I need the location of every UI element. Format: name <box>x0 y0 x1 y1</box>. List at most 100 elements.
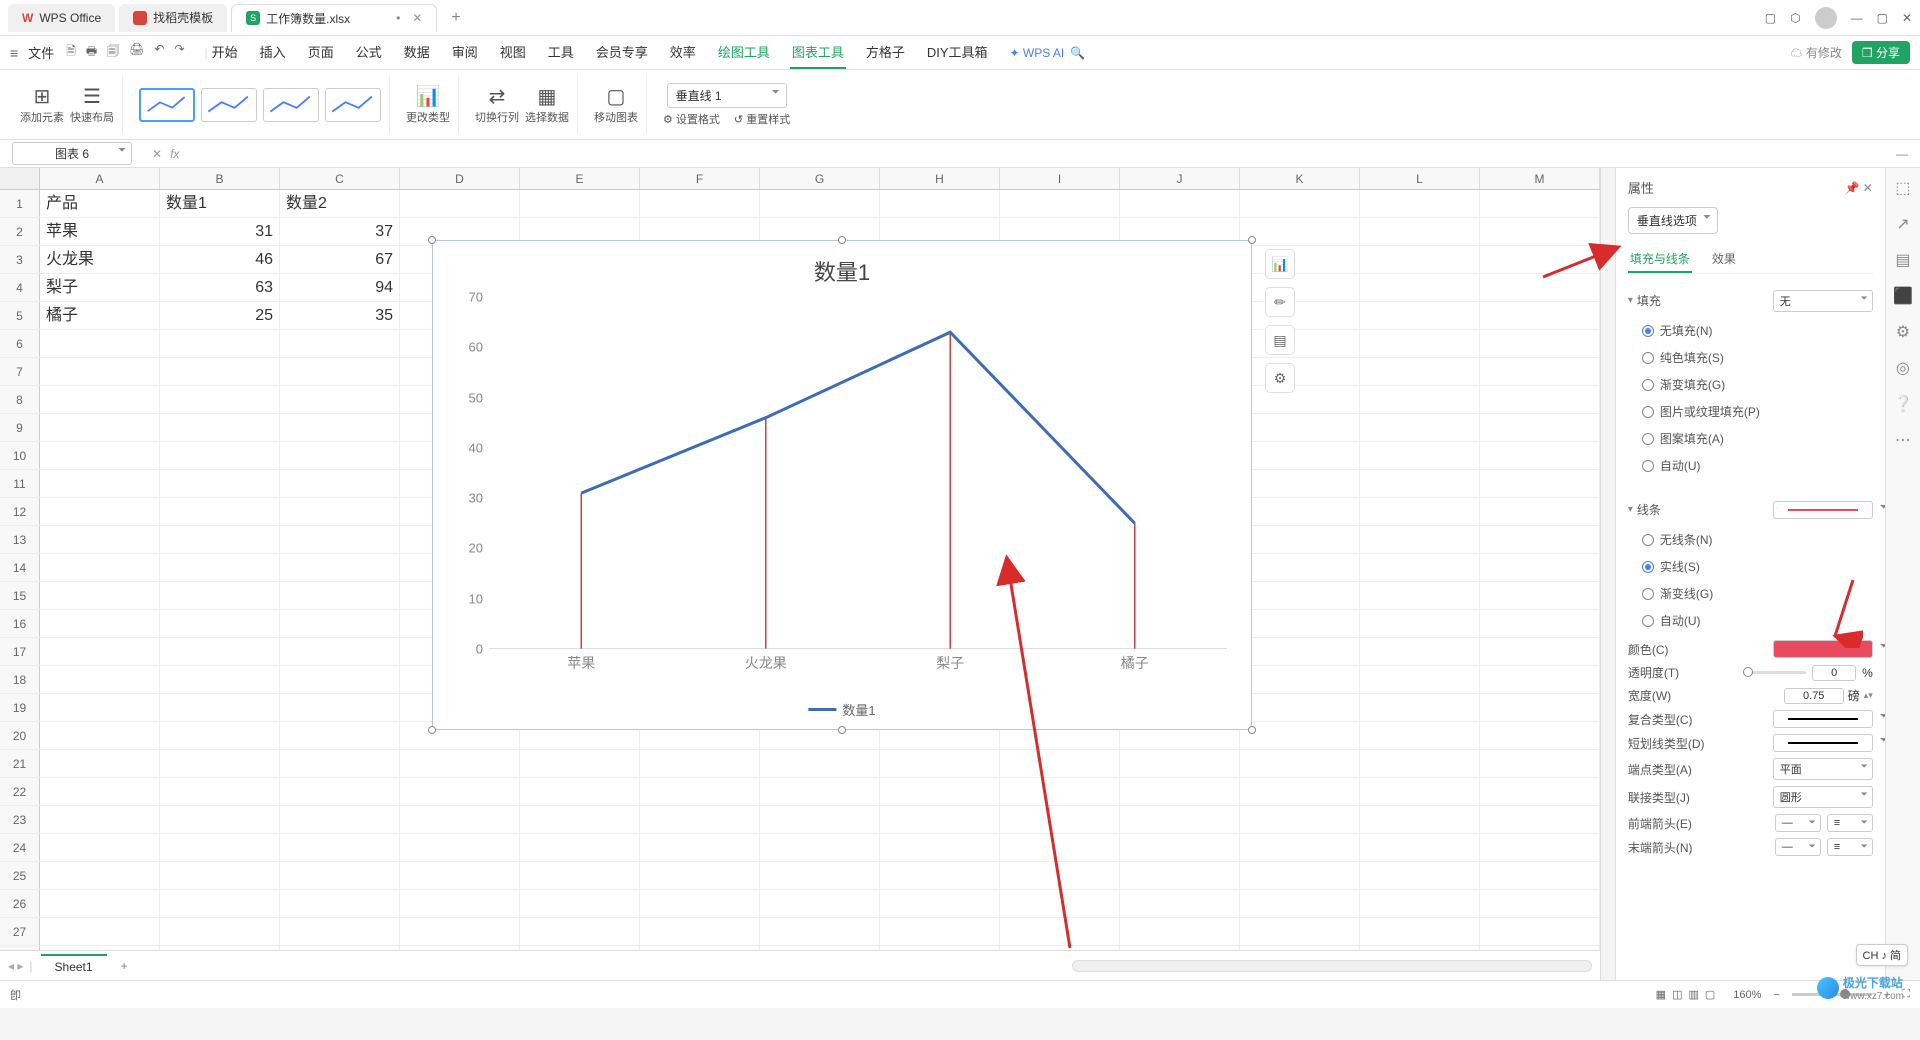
cell[interactable] <box>640 806 760 833</box>
cell[interactable] <box>1240 358 1360 385</box>
row-header[interactable]: 11 <box>0 470 40 497</box>
cell[interactable] <box>1240 414 1360 441</box>
line-preview-dropdown[interactable] <box>1773 501 1873 519</box>
ribbon-tab[interactable]: 工具 <box>546 36 576 69</box>
ribbon-tab[interactable]: 绘图工具 <box>716 36 772 69</box>
quick-layout-icon[interactable]: ☰ <box>70 84 114 109</box>
cell[interactable] <box>1240 246 1360 273</box>
cell[interactable] <box>280 666 400 693</box>
cell[interactable] <box>1240 918 1360 945</box>
cell[interactable] <box>160 610 280 637</box>
cell[interactable] <box>880 806 1000 833</box>
cell[interactable] <box>160 638 280 665</box>
cell[interactable] <box>280 750 400 777</box>
cell[interactable] <box>40 526 160 553</box>
cell[interactable] <box>40 498 160 525</box>
quick-icon[interactable]: 🗐 <box>107 42 119 63</box>
cell[interactable]: 数量2 <box>280 190 400 217</box>
line-option[interactable]: 自动(U) <box>1628 607 1873 634</box>
cell[interactable] <box>1480 358 1600 385</box>
add-element-icon[interactable]: ⊞ <box>20 84 64 109</box>
cell[interactable] <box>1360 386 1480 413</box>
cell[interactable] <box>1240 190 1360 217</box>
switch-rowcol-icon[interactable]: ⇄ <box>475 84 519 109</box>
row-header[interactable]: 22 <box>0 778 40 805</box>
cell[interactable] <box>1360 610 1480 637</box>
column-header[interactable]: L <box>1360 168 1480 189</box>
row-header[interactable]: 16 <box>0 610 40 637</box>
row-header[interactable]: 24 <box>0 834 40 861</box>
cell[interactable] <box>520 834 640 861</box>
cell[interactable] <box>1000 190 1120 217</box>
ribbon-tab[interactable]: 开始 <box>210 36 240 69</box>
cell[interactable] <box>1360 470 1480 497</box>
panel-tab-effects[interactable]: 效果 <box>1710 246 1738 273</box>
cell[interactable] <box>1480 386 1600 413</box>
view-mode-button[interactable]: ▢ <box>1705 989 1715 1001</box>
close-icon[interactable]: ✕ <box>412 11 422 25</box>
cell[interactable] <box>1240 806 1360 833</box>
cell[interactable] <box>1480 554 1600 581</box>
name-box[interactable]: 图表 6 <box>12 142 132 165</box>
collapse-icon[interactable]: — <box>1896 147 1908 161</box>
cell[interactable] <box>1000 806 1120 833</box>
cell[interactable] <box>1360 414 1480 441</box>
cell[interactable] <box>1000 918 1120 945</box>
cell[interactable] <box>40 638 160 665</box>
cell[interactable] <box>1480 526 1600 553</box>
wps-ai-button[interactable]: ✦ WPS AI <box>1010 46 1065 60</box>
chart-side-button[interactable]: 📊 <box>1265 249 1295 279</box>
selection-dropdown[interactable]: 垂直线 1 <box>667 83 787 108</box>
row-header[interactable]: 17 <box>0 638 40 665</box>
cell[interactable] <box>880 190 1000 217</box>
section-line[interactable]: 线条 <box>1628 501 1661 518</box>
cell[interactable] <box>1480 918 1600 945</box>
arrow-end-size[interactable]: ≡ <box>1827 838 1873 856</box>
view-mode-button[interactable]: ▥ <box>1688 989 1698 1001</box>
rail-icon[interactable]: ⬛ <box>1893 286 1913 306</box>
cell[interactable] <box>40 890 160 917</box>
cell[interactable] <box>640 834 760 861</box>
cell[interactable] <box>280 638 400 665</box>
cell[interactable] <box>1240 274 1360 301</box>
column-header[interactable]: I <box>1000 168 1120 189</box>
column-header[interactable]: E <box>520 168 640 189</box>
close-window-button[interactable]: ✕ <box>1902 11 1912 25</box>
tab-file-active[interactable]: S 工作簿数量.xlsx • ✕ <box>231 4 437 32</box>
cell[interactable] <box>1360 722 1480 749</box>
fill-option[interactable]: 图案填充(A) <box>1628 425 1873 452</box>
cell[interactable] <box>1240 554 1360 581</box>
tab-template[interactable]: 找稻壳模板 <box>119 4 227 32</box>
row-header[interactable]: 26 <box>0 890 40 917</box>
cell[interactable] <box>1240 610 1360 637</box>
cell[interactable] <box>160 526 280 553</box>
cell[interactable] <box>1480 330 1600 357</box>
row-header[interactable]: 8 <box>0 386 40 413</box>
cell[interactable] <box>160 778 280 805</box>
cell[interactable] <box>1360 806 1480 833</box>
cell[interactable] <box>1240 750 1360 777</box>
cell[interactable] <box>1360 946 1480 950</box>
share-button[interactable]: ❐ 分享 <box>1852 41 1910 64</box>
row-header[interactable]: 5 <box>0 302 40 329</box>
chart-object[interactable]: 数量1 010203040506070 苹果火龙果梨子橘子 数量1 📊✏▤⚙ <box>432 240 1252 730</box>
cell[interactable] <box>160 414 280 441</box>
cell[interactable] <box>160 330 280 357</box>
cell[interactable] <box>280 890 400 917</box>
cell[interactable] <box>1480 610 1600 637</box>
quick-icon[interactable]: ↷ <box>174 42 184 63</box>
cell[interactable]: 31 <box>160 218 280 245</box>
cell[interactable] <box>40 834 160 861</box>
cell[interactable] <box>1360 330 1480 357</box>
row-header[interactable]: 19 <box>0 694 40 721</box>
cell[interactable] <box>1000 750 1120 777</box>
cell[interactable] <box>1240 526 1360 553</box>
cell[interactable] <box>280 414 400 441</box>
cell[interactable] <box>1240 470 1360 497</box>
ribbon-tab[interactable]: 插入 <box>258 36 288 69</box>
row-header[interactable]: 10 <box>0 442 40 469</box>
new-tab-button[interactable]: + <box>441 9 470 27</box>
cell[interactable] <box>40 582 160 609</box>
cell[interactable] <box>1480 190 1600 217</box>
cell[interactable] <box>1360 554 1480 581</box>
